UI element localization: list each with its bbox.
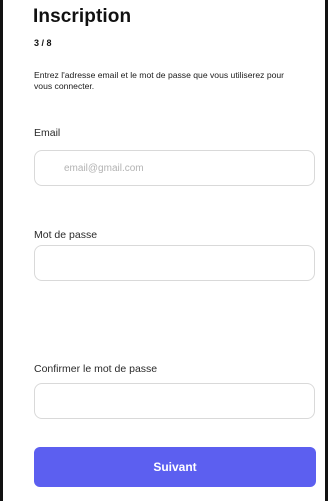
confirm-password-label: Confirmer le mot de passe [34, 363, 158, 375]
email-field[interactable] [34, 150, 315, 186]
signup-screen: Inscription 3 / 8 Entrez l'adresse email… [0, 0, 328, 501]
frame-edge-left [0, 0, 3, 501]
intro-text: Entrez l'adresse email et le mot de pass… [34, 70, 285, 91]
password-field[interactable] [34, 245, 315, 281]
page-title: Inscription [33, 6, 132, 27]
confirm-password-field[interactable] [34, 383, 315, 419]
password-label: Mot de passe [34, 229, 98, 241]
email-label: Email [34, 127, 61, 139]
step-indicator: 3 / 8 [34, 38, 52, 48]
next-button[interactable]: Suivant [34, 447, 316, 487]
